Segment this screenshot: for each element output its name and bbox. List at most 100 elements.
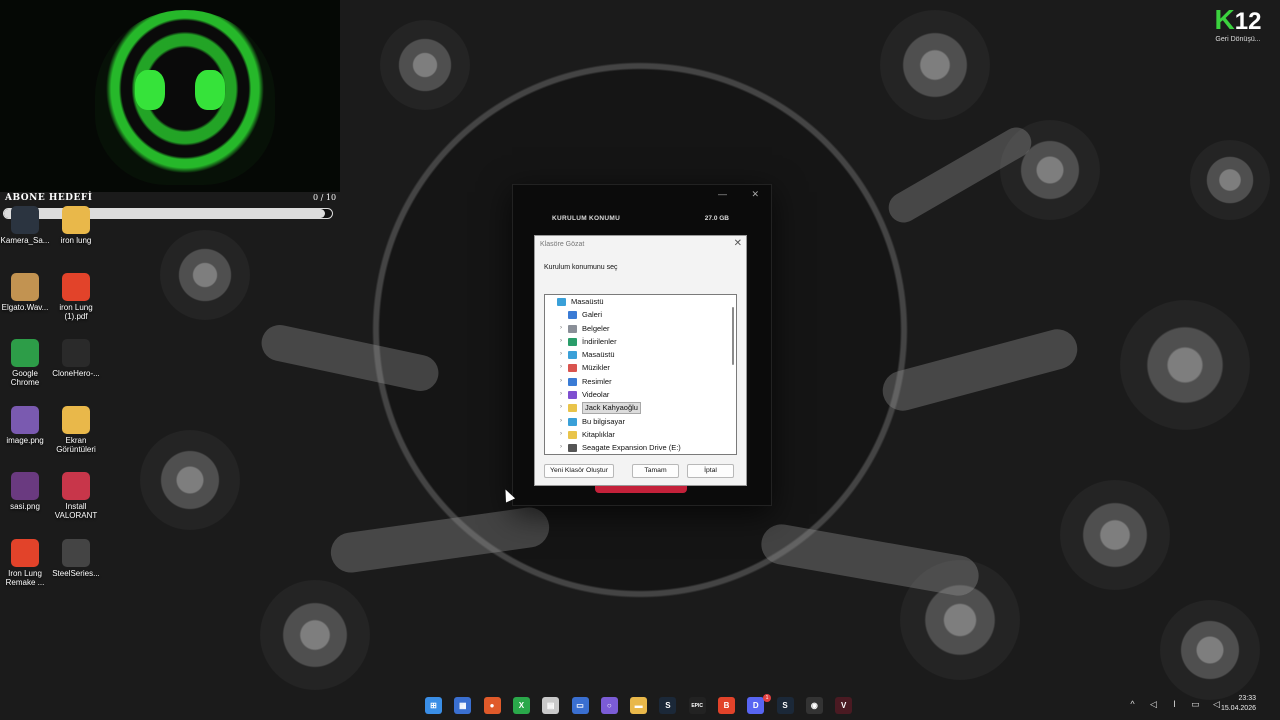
dialog-title: Klasöre Gözat	[540, 241, 585, 248]
subscriber-goal-label: ABONE HEDEFİ	[5, 193, 93, 203]
notification-badge: 1	[763, 694, 771, 702]
cortana-icon[interactable]: ○	[600, 697, 618, 714]
desktop-icon[interactable]: Google Chrome	[0, 339, 50, 387]
pictures-icon	[568, 377, 577, 386]
chevron-right-icon[interactable]: ›	[557, 335, 565, 348]
desktop-icon[interactable]: SteelSeries...	[51, 538, 101, 578]
notepad-icon[interactable]: ▤	[542, 697, 560, 714]
desktop-icon[interactable]: Ekran Görüntüleri	[51, 405, 101, 454]
taskbar-clock[interactable]: 23:33 15.04.2026	[1221, 694, 1256, 714]
tree-item[interactable]: › Videolar	[545, 388, 736, 401]
logo-k: K	[1214, 4, 1235, 35]
discord-icon[interactable]: D	[747, 697, 765, 714]
tree-item[interactable]: Galeri	[545, 308, 736, 321]
desktop-icon[interactable]: Kamera_Sa...	[0, 206, 50, 245]
desktop-icon[interactable]: image.png	[0, 405, 50, 445]
tree-item[interactable]: › Resimler	[545, 375, 736, 388]
chevron-right-icon[interactable]: ›	[557, 388, 565, 401]
desktop-icon-label: Elgato.Wav...	[1, 302, 49, 312]
gallery-icon	[568, 311, 577, 320]
subscriber-goal-count: 0 / 10	[313, 193, 337, 202]
desktop-icon[interactable]: iron Lung (1).pdf	[51, 272, 101, 321]
ok-button[interactable]: Tamam	[632, 464, 679, 478]
chevron-right-icon[interactable]: ›	[557, 348, 565, 361]
cancel-button[interactable]: İptal	[687, 464, 734, 478]
desktop-icon-label: SteelSeries...	[52, 568, 100, 578]
tree-item[interactable]: › Masaüstü	[545, 348, 736, 361]
desktop-icon[interactable]: Elgato.Wav...	[0, 272, 50, 312]
steam-icon[interactable]: S	[659, 697, 677, 714]
desktop-icon[interactable]: Install VALORANT	[51, 472, 101, 520]
tree-item[interactable]: › Bu bilgisayar	[545, 415, 736, 428]
tree-item[interactable]: › İndirilenler	[545, 335, 736, 348]
videos-icon	[568, 391, 577, 400]
close-button[interactable]: ✕	[751, 189, 759, 200]
desktop-icon-label: Google Chrome	[10, 369, 40, 387]
tree-item-label: Kitaplıklar	[582, 429, 615, 439]
tree-item-label: Masaüstü	[571, 297, 604, 306]
chevron-right-icon[interactable]: ›	[557, 375, 565, 388]
chevron-right-icon[interactable]: ›	[557, 415, 565, 428]
image-icon	[11, 472, 39, 500]
chevron-up-icon[interactable]: ^	[1127, 699, 1138, 710]
epic-games-icon[interactable]: EPIC	[688, 697, 706, 714]
valorant-icon	[62, 472, 90, 500]
app-window-icon[interactable]: ▭	[571, 697, 589, 714]
tree-item[interactable]: › Jack Kahyaoğlu	[545, 401, 736, 415]
mic-icon[interactable]: I	[1169, 699, 1180, 710]
tree-item-label: Galeri	[582, 310, 603, 320]
desktop-icon[interactable]: iron lung	[51, 206, 101, 245]
computer-icon	[568, 417, 577, 426]
chevron-right-icon[interactable]: ›	[557, 428, 565, 441]
tree-item[interactable]: Masaüstü	[545, 295, 736, 308]
webcam-silhouette	[95, 10, 275, 185]
app-icon[interactable]: ●	[483, 697, 501, 714]
folder-tree[interactable]: Masaüstü Galeri › Belgeler › İndirilenler › Mas…	[544, 294, 737, 455]
chevron-right-icon[interactable]: ›	[557, 322, 565, 335]
network-icon[interactable]: ▭	[1190, 699, 1201, 710]
tree-item-label: Seagate Expansion Drive (E:)	[582, 443, 681, 453]
desktop-icon-label: iron lung	[60, 236, 92, 245]
tree-item[interactable]: › Belgeler	[545, 322, 736, 335]
minimize-button[interactable]: —	[718, 189, 727, 199]
tree-item-label: Bu bilgisayar	[582, 416, 625, 426]
tree-item[interactable]: › Seagate Expansion Drive (E:)	[545, 441, 736, 454]
desktop-icon-label: Iron Lung Remake ...	[5, 568, 45, 587]
steam-icon-2[interactable]: S	[776, 697, 794, 714]
new-folder-button[interactable]: Yeni Klasör Oluştur	[544, 464, 614, 478]
desktop-icon-label: Ekran Görüntüleri	[56, 435, 96, 454]
speaker-icon[interactable]: ◁	[1148, 699, 1159, 710]
desktop-icon[interactable]: sasi.png	[0, 472, 50, 511]
file-explorer-icon[interactable]: ▬	[630, 697, 648, 714]
dialog-prompt: Kurulum konumunu seç	[544, 264, 618, 271]
valorant-icon[interactable]: V	[835, 697, 853, 714]
webcam-highlight	[195, 70, 225, 110]
dialog-close-button[interactable]: ✕	[734, 238, 742, 249]
brave-icon[interactable]: B	[718, 697, 735, 714]
brave-pdf-icon	[62, 272, 90, 301]
tree-item-label: Müzikler	[582, 363, 610, 373]
desktop-folder-icon	[557, 298, 566, 306]
chevron-right-icon[interactable]: ›	[557, 441, 565, 454]
tree-item-label: Resimler	[582, 376, 612, 386]
chevron-right-icon[interactable]: ›	[557, 401, 565, 414]
tree-item[interactable]: › Kitaplıklar	[545, 428, 736, 441]
desktop-icon[interactable]: CloneHero-...	[51, 339, 101, 378]
webcam-highlight	[135, 70, 165, 110]
tree-item-label: Jack Kahyaoğlu	[582, 402, 641, 415]
tree-item[interactable]: › Müzikler	[545, 361, 736, 374]
tree-item-label: Masaüstü	[582, 350, 615, 360]
obs-icon[interactable]: ◉	[805, 697, 823, 714]
xbox-icon[interactable]: X	[512, 697, 530, 714]
start-icon[interactable]: ⊞	[425, 697, 442, 714]
folder-icon	[62, 206, 90, 234]
desktop-icon[interactable]: Iron Lung Remake ...	[0, 538, 50, 587]
install-button[interactable]	[595, 485, 687, 493]
desktop-icon-label: image.png	[6, 435, 44, 445]
folder-icon	[62, 405, 90, 434]
download-icon	[568, 337, 577, 346]
chevron-right-icon[interactable]: ›	[557, 361, 565, 374]
desktop-icon-label: CloneHero-...	[52, 369, 100, 378]
browse-folder-dialog: Klasöre Gözat ✕ Kurulum konumunu seç Mas…	[534, 235, 747, 486]
widgets-icon[interactable]: ▦	[454, 697, 472, 714]
